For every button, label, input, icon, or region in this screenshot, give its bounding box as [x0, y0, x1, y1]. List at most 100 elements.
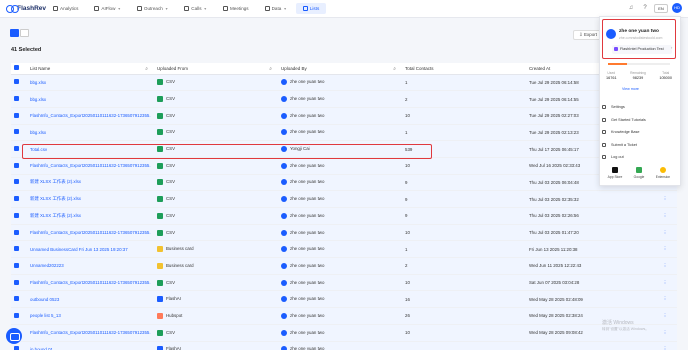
chat-button[interactable] — [6, 328, 22, 344]
more-options-icon[interactable]: ⋮ — [663, 246, 667, 251]
row-select-cell[interactable] — [11, 290, 27, 309]
row-select-cell[interactable] — [11, 107, 27, 125]
column-header-uploaded-by[interactable]: Uploaded By ⌕ — [278, 63, 402, 75]
list-name-cell[interactable]: people list 5_13 — [27, 307, 154, 325]
table-row[interactable]: 新建 XLSX 工作表 (2).xlsx CSV zhe one yuan two 9… — [11, 174, 677, 192]
table-row[interactable]: Unnamed BusinessCard Fri Jun 13 2025 19:… — [11, 240, 677, 259]
team-selector[interactable]: FlashIntel Production Test — [612, 45, 672, 54]
list-name-link[interactable]: FlashInfo_Contacts_Export20250110111632-… — [30, 280, 151, 285]
more-options-icon[interactable]: ⋮ — [663, 346, 667, 350]
row-actions-cell[interactable]: ⋮ — [650, 257, 677, 275]
list-name-cell[interactable]: FlashInfo_Contacts_Export20250110111632-… — [27, 274, 154, 292]
list-name-cell[interactable]: outbound 0523 — [27, 290, 154, 309]
person-view-button[interactable] — [10, 29, 19, 37]
row-select-cell[interactable] — [11, 124, 27, 142]
list-name-cell[interactable]: bbg.xlsx — [27, 90, 154, 108]
row-checkbox[interactable] — [14, 212, 19, 218]
nav-item-outreach[interactable]: Outreach ▼ — [130, 3, 175, 14]
list-name-cell[interactable]: Unnamed202223 — [27, 257, 154, 275]
row-checkbox[interactable] — [14, 79, 19, 85]
row-checkbox[interactable] — [14, 112, 19, 118]
list-name-cell[interactable]: Unnamed BusinessCard Fri Jun 13 2025 19:… — [27, 240, 154, 259]
nav-item-aiflow[interactable]: AIFlow ▼ — [87, 3, 128, 14]
company-view-button[interactable] — [20, 29, 29, 37]
more-options-icon[interactable]: ⋮ — [663, 313, 667, 318]
table-row[interactable]: jp bound 01 FlashAI zhe one yuan two ⋮ — [11, 341, 677, 350]
account-menu-item-log-out[interactable]: Log out — [602, 151, 674, 164]
table-row[interactable]: outbound 0523 FlashAI zhe one yuan two 16 We… — [11, 290, 677, 309]
row-checkbox[interactable] — [14, 262, 19, 268]
list-name-cell[interactable]: bbg.xlsx — [27, 124, 154, 142]
row-select-cell[interactable] — [11, 274, 27, 292]
list-name-link[interactable]: FlashInfo_Contacts_Export20250110111632-… — [30, 330, 151, 335]
more-options-icon[interactable]: ⋮ — [663, 280, 667, 285]
list-name-link[interactable]: FlashInfo_Contacts_Export20250110111632-… — [30, 230, 151, 235]
row-checkbox[interactable] — [14, 346, 19, 350]
list-name-cell[interactable]: 新建 XLSX 工作表 (2).xlsx — [27, 207, 154, 225]
row-select-cell[interactable] — [11, 157, 27, 175]
nav-item-calls[interactable]: Calls ▼ — [177, 3, 214, 14]
list-name-link[interactable]: people list 5_13 — [30, 313, 61, 318]
row-select-cell[interactable] — [11, 307, 27, 325]
list-name-cell[interactable]: jp bound 01 — [27, 341, 154, 350]
list-name-link[interactable]: 新建 XLSX 工作表 (2).xlsx — [30, 196, 81, 201]
table-row[interactable]: Unnamed202223 Business card zhe one yuan t… — [11, 257, 677, 275]
row-actions-cell[interactable]: ⋮ — [650, 324, 677, 342]
select-all-checkbox[interactable] — [14, 65, 19, 71]
row-actions-cell[interactable]: ⋮ — [650, 290, 677, 309]
more-options-icon[interactable]: ⋮ — [663, 330, 667, 335]
list-name-cell[interactable]: FlashInfo_Contacts_Export20250110111632-… — [27, 324, 154, 342]
list-name-link[interactable]: Unnamed202223 — [30, 263, 64, 268]
list-name-link[interactable]: Total.csv — [30, 147, 47, 152]
row-actions-cell[interactable]: ⋮ — [650, 190, 677, 208]
more-options-icon[interactable]: ⋮ — [663, 213, 667, 218]
view-more-link[interactable]: View more — [622, 87, 639, 91]
row-select-cell[interactable] — [11, 240, 27, 259]
notification-icon[interactable]: ♫ — [626, 3, 636, 13]
account-menu-item-knowledge-base[interactable]: Knowledge Base — [602, 126, 674, 139]
row-select-cell[interactable] — [11, 74, 27, 92]
list-name-link[interactable]: Unnamed BusinessCard Fri Jun 13 2025 19:… — [30, 247, 128, 252]
nav-item-analytics[interactable]: Analytics — [46, 3, 85, 14]
list-name-cell[interactable]: FlashInfo_Contacts_Export20250110111632-… — [27, 107, 154, 125]
list-name-link[interactable]: 新建 XLSX 工作表 (2).xlsx — [30, 179, 81, 184]
row-select-cell[interactable] — [11, 140, 27, 158]
row-checkbox[interactable] — [14, 296, 19, 302]
app-download-google[interactable]: Google — [628, 167, 650, 179]
column-header-list-name[interactable]: List Name ⌕ — [27, 63, 154, 75]
table-row[interactable]: bbg.xlsx CSV zhe one yuan two 1 Tue Jul 29 2… — [11, 124, 677, 142]
list-name-link[interactable]: outbound 0523 — [30, 297, 59, 302]
more-options-icon[interactable]: ⋮ — [663, 296, 667, 301]
list-name-link[interactable]: bbg.xlsx — [30, 80, 46, 85]
row-select-cell[interactable] — [11, 90, 27, 108]
list-name-cell[interactable]: 新建 XLSX 工作表 (2).xlsx — [27, 190, 154, 208]
list-name-link[interactable]: FlashInfo_Contacts_Export20250110111632-… — [30, 163, 151, 168]
row-checkbox[interactable] — [14, 312, 19, 318]
row-actions-cell[interactable]: ⋮ — [650, 307, 677, 325]
row-checkbox[interactable] — [14, 246, 19, 252]
table-row[interactable]: 新建 XLSX 工作表 (2).xlsx CSV zhe one yuan two 9… — [11, 190, 677, 208]
column-header-uploaded-from[interactable]: Uploaded From ⌕ — [154, 63, 278, 75]
column-header-total-contacts[interactable]: Total Contacts — [402, 63, 526, 75]
row-checkbox[interactable] — [14, 146, 19, 152]
list-name-cell[interactable]: FlashInfo_Contacts_Export20250110111632-… — [27, 224, 154, 242]
table-row[interactable]: Total.csv CSV Yongji Cai 539 Thu Jul 17 2025… — [11, 140, 677, 158]
nav-item-lists[interactable]: Lists — [295, 3, 327, 14]
help-icon[interactable]: ? — [640, 3, 650, 13]
table-row[interactable]: FlashInfo_Contacts_Export20250110111632-… — [11, 274, 677, 292]
app-download-app-store[interactable]: App Store — [604, 167, 626, 179]
table-row[interactable]: FlashInfo_Contacts_Export20250110111632-… — [11, 107, 677, 125]
app-download-extension[interactable]: Extension — [652, 167, 674, 179]
table-row[interactable]: people list 5_13 Hubspot zhe one yuan two 2… — [11, 307, 677, 325]
search-icon[interactable]: ⌕ — [145, 66, 148, 72]
table-row[interactable]: 新建 XLSX 工作表 (2).xlsx CSV zhe one yuan two 9… — [11, 207, 677, 225]
row-select-cell[interactable] — [11, 257, 27, 275]
list-name-link[interactable]: FlashInfo_Contacts_Export20250110111632-… — [30, 113, 151, 118]
row-select-cell[interactable] — [11, 207, 27, 225]
row-actions-cell[interactable]: ⋮ — [650, 274, 677, 292]
list-name-cell[interactable]: 新建 XLSX 工作表 (2).xlsx — [27, 174, 154, 192]
row-checkbox[interactable] — [14, 162, 19, 168]
table-row[interactable]: FlashInfo_Contacts_Export20250110111632-… — [11, 224, 677, 242]
nav-item-data[interactable]: Data ▼ — [258, 3, 294, 14]
chevron-right-icon[interactable]: › — [671, 45, 672, 50]
